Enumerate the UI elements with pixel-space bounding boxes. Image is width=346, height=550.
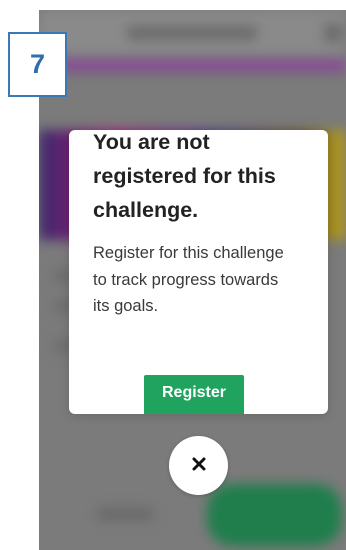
background-accent-bar bbox=[39, 62, 346, 69]
background-nav-icon bbox=[324, 24, 342, 42]
modal-message: Register for this challenge to track pro… bbox=[93, 244, 284, 315]
step-number-badge: 7 bbox=[8, 32, 67, 97]
background-register-button bbox=[207, 484, 342, 546]
modal-title: You are not registered for this challeng… bbox=[93, 130, 276, 222]
register-button[interactable]: Register bbox=[144, 375, 244, 414]
background-header-title bbox=[127, 26, 257, 40]
background-bottom-label bbox=[97, 508, 153, 520]
registration-modal: You are not registered for this challeng… bbox=[69, 130, 328, 414]
close-button[interactable] bbox=[169, 436, 228, 495]
close-icon bbox=[191, 456, 207, 475]
